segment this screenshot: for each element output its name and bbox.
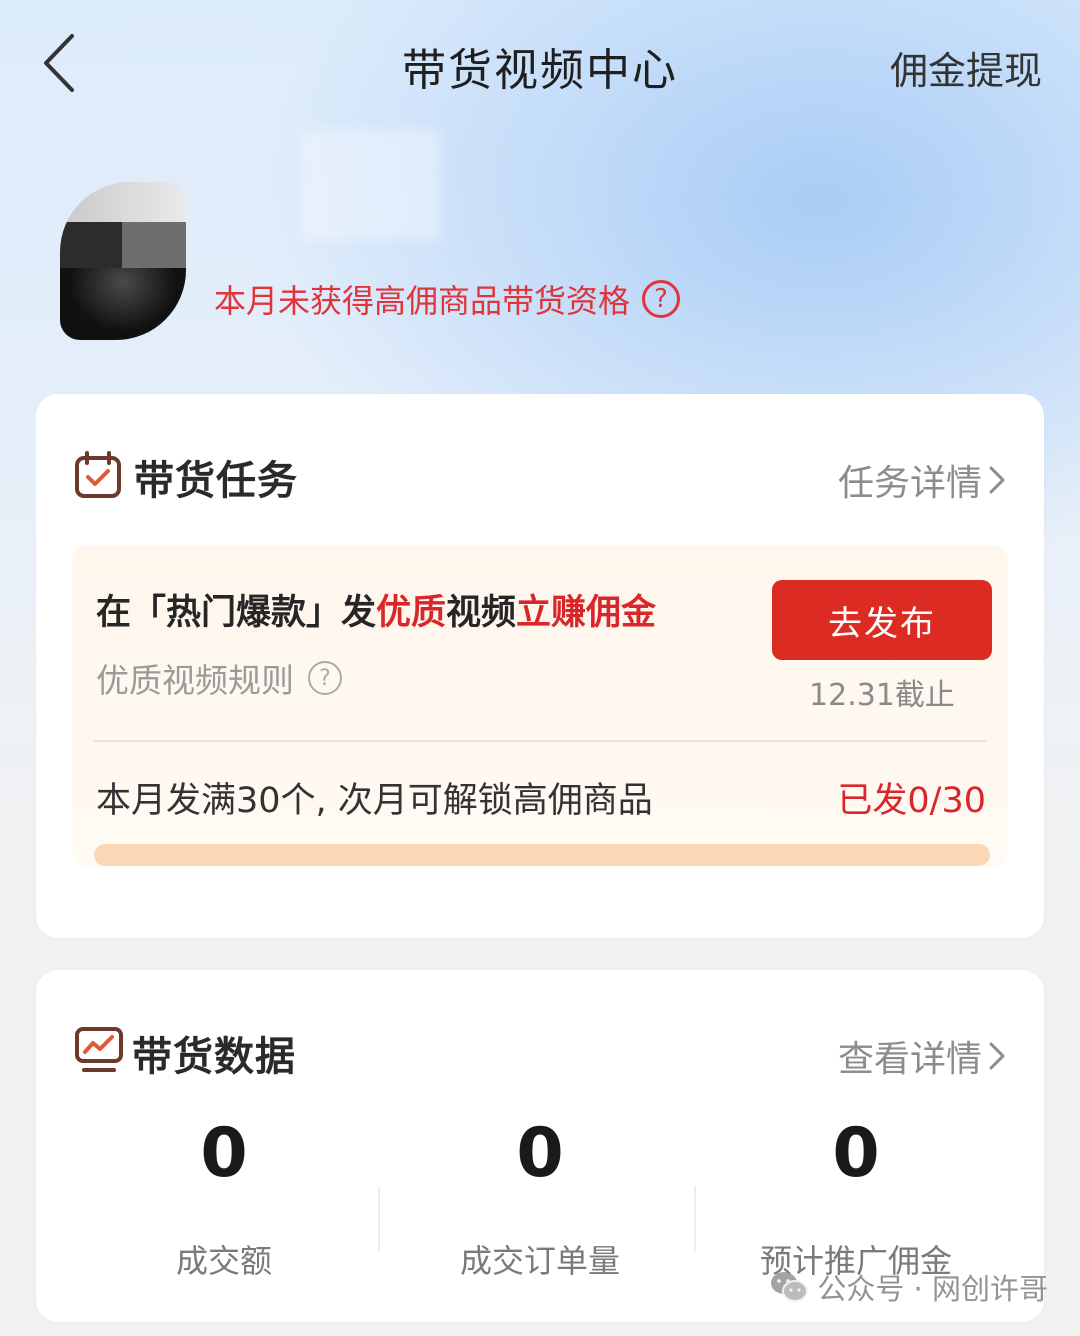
stat-label: 成交额 bbox=[175, 1242, 272, 1280]
stat-divider bbox=[694, 1186, 696, 1252]
publish-button[interactable]: 去发布 bbox=[772, 580, 992, 660]
progress-count: 已发0/30 bbox=[837, 781, 986, 821]
chevron-right-icon bbox=[989, 1042, 1005, 1070]
watermark: 公众号 · 网创许哥 bbox=[769, 1266, 1048, 1308]
avatar[interactable] bbox=[60, 182, 186, 340]
task-headline-highlight-2: 立赚佣金 bbox=[516, 593, 657, 633]
top-bar: 带货视频中心 佣金提现 bbox=[0, 0, 1080, 130]
data-detail-link[interactable]: 查看详情 bbox=[838, 1030, 1006, 1082]
chart-monitor-icon bbox=[74, 1026, 124, 1078]
help-icon[interactable]: ? bbox=[308, 661, 342, 695]
blurred-username bbox=[300, 130, 440, 240]
qualification-warning[interactable]: 本月未获得高佣商品带货资格 ? bbox=[214, 276, 681, 322]
stat-divider bbox=[378, 1186, 380, 1252]
task-headline-highlight-1: 优质 bbox=[376, 593, 447, 633]
wechat-icon bbox=[771, 1272, 809, 1302]
task-detail-link[interactable]: 任务详情 bbox=[838, 454, 1006, 506]
quality-rules-label: 优质视频规则 bbox=[96, 661, 294, 700]
stat-value: 0 bbox=[516, 1114, 564, 1193]
divider bbox=[94, 740, 986, 742]
chevron-right-icon bbox=[989, 466, 1005, 494]
task-headline-prefix: 在「热门爆款」发 bbox=[96, 593, 377, 633]
commission-withdraw-link[interactable]: 佣金提现 bbox=[890, 40, 1042, 95]
stat-orders[interactable]: 0 成交订单量 bbox=[382, 1120, 698, 1282]
progress-bar bbox=[94, 844, 990, 866]
qualification-warning-text: 本月未获得高佣商品带货资格 bbox=[214, 282, 631, 320]
quality-rules-link[interactable]: 优质视频规则 ? bbox=[96, 654, 342, 702]
stat-gmv[interactable]: 0 成交额 bbox=[66, 1120, 382, 1282]
deadline-text: 12.31截止 bbox=[809, 678, 955, 713]
calendar-check-icon bbox=[74, 450, 122, 504]
task-box: 在「热门爆款」发优质视频立赚佣金 优质视频规则 ? 去发布 12.31截止 本月… bbox=[72, 546, 1008, 866]
data-card-title: 带货数据 bbox=[132, 1034, 296, 1080]
stat-commission[interactable]: 0 预计推广佣金 bbox=[698, 1120, 1014, 1282]
task-card: 带货任务 任务详情 在「热门爆款」发优质视频立赚佣金 优质视频规则 ? 去发布 … bbox=[36, 394, 1044, 938]
progress-description: 本月发满30个, 次月可解锁高佣商品 bbox=[96, 781, 653, 821]
task-card-title: 带货任务 bbox=[134, 458, 298, 504]
stat-value: 0 bbox=[200, 1114, 248, 1193]
task-headline-mid: 视频 bbox=[446, 593, 517, 633]
watermark-text: 公众号 · 网创许哥 bbox=[817, 1272, 1048, 1306]
stat-value: 0 bbox=[832, 1114, 880, 1193]
data-detail-label: 查看详情 bbox=[837, 1039, 982, 1080]
task-headline: 在「热门爆款」发优质视频立赚佣金 bbox=[96, 584, 656, 635]
help-icon[interactable]: ? bbox=[642, 280, 681, 318]
stat-label: 成交订单量 bbox=[459, 1242, 620, 1280]
task-detail-label: 任务详情 bbox=[837, 463, 982, 504]
